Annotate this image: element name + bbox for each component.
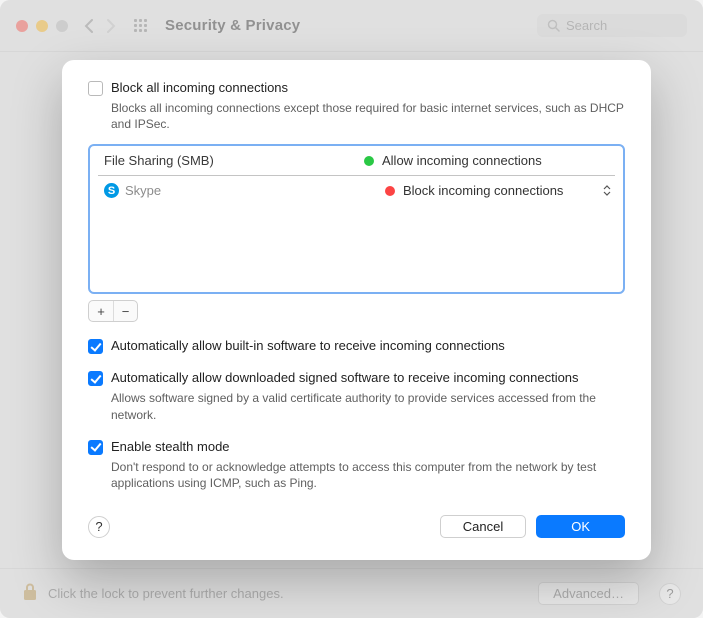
- firewall-options-sheet: Block all incoming connections Blocks al…: [62, 60, 651, 560]
- add-app-button[interactable]: +: [89, 301, 113, 321]
- app-name: Skype: [125, 183, 385, 198]
- add-remove-control: + −: [88, 300, 138, 322]
- zoom-icon[interactable]: [56, 20, 68, 32]
- app-row[interactable]: File Sharing (SMB) Allow incoming connect…: [90, 146, 623, 175]
- preferences-window: Security & Privacy Search Click the lock…: [0, 0, 703, 618]
- show-all-icon[interactable]: [134, 19, 147, 32]
- search-icon: [547, 19, 560, 32]
- app-name: File Sharing (SMB): [104, 153, 364, 168]
- chevron-right-icon: [106, 19, 116, 33]
- ok-button[interactable]: OK: [536, 515, 625, 538]
- stealth-description: Don't respond to or acknowledge attempts…: [111, 459, 625, 491]
- search-placeholder: Search: [566, 18, 607, 33]
- stealth-label: Enable stealth mode: [111, 439, 230, 454]
- auto-signed-description: Allows software signed by a valid certif…: [111, 390, 625, 422]
- status-dropdown-icon[interactable]: [603, 185, 611, 196]
- block-all-label: Block all incoming connections: [111, 80, 288, 95]
- status-label: Allow incoming connections: [382, 153, 542, 168]
- auto-builtin-label: Automatically allow built-in software to…: [111, 338, 505, 353]
- search-input[interactable]: Search: [537, 14, 687, 37]
- lock-icon[interactable]: [22, 583, 38, 604]
- stealth-checkbox[interactable]: [88, 440, 103, 455]
- window-title: Security & Privacy: [165, 17, 300, 34]
- auto-signed-label: Automatically allow downloaded signed so…: [111, 370, 579, 385]
- forward-button[interactable]: [106, 19, 116, 33]
- auto-signed-row[interactable]: Automatically allow downloaded signed so…: [88, 370, 625, 386]
- sheet-help-button[interactable]: ?: [88, 516, 110, 538]
- back-button[interactable]: [84, 19, 94, 33]
- block-all-checkbox[interactable]: [88, 81, 103, 96]
- auto-builtin-checkbox[interactable]: [88, 339, 103, 354]
- close-icon[interactable]: [16, 20, 28, 32]
- minimize-icon[interactable]: [36, 20, 48, 32]
- footer-bar: Click the lock to prevent further change…: [0, 568, 703, 618]
- remove-app-button[interactable]: −: [113, 301, 137, 321]
- status-label: Block incoming connections: [403, 183, 563, 198]
- status-dot-icon: [385, 186, 395, 196]
- status-dot-icon: [364, 156, 374, 166]
- auto-signed-checkbox[interactable]: [88, 371, 103, 386]
- action-row: ? Cancel OK: [88, 515, 625, 538]
- stealth-row[interactable]: Enable stealth mode: [88, 439, 625, 455]
- auto-builtin-row[interactable]: Automatically allow built-in software to…: [88, 338, 625, 354]
- block-all-description: Blocks all incoming connections except t…: [111, 100, 625, 132]
- chevron-left-icon: [84, 19, 94, 33]
- skype-icon: S: [104, 183, 119, 198]
- lock-hint: Click the lock to prevent further change…: [48, 586, 284, 601]
- window-traffic-lights: [16, 20, 68, 32]
- advanced-button[interactable]: Advanced…: [538, 582, 639, 605]
- block-all-row[interactable]: Block all incoming connections: [88, 80, 625, 96]
- toolbar: Security & Privacy Search: [0, 0, 703, 52]
- app-list[interactable]: File Sharing (SMB) Allow incoming connect…: [88, 144, 625, 294]
- cancel-button[interactable]: Cancel: [440, 515, 526, 538]
- app-row[interactable]: S Skype Block incoming connections: [90, 176, 623, 205]
- help-button[interactable]: ?: [659, 583, 681, 605]
